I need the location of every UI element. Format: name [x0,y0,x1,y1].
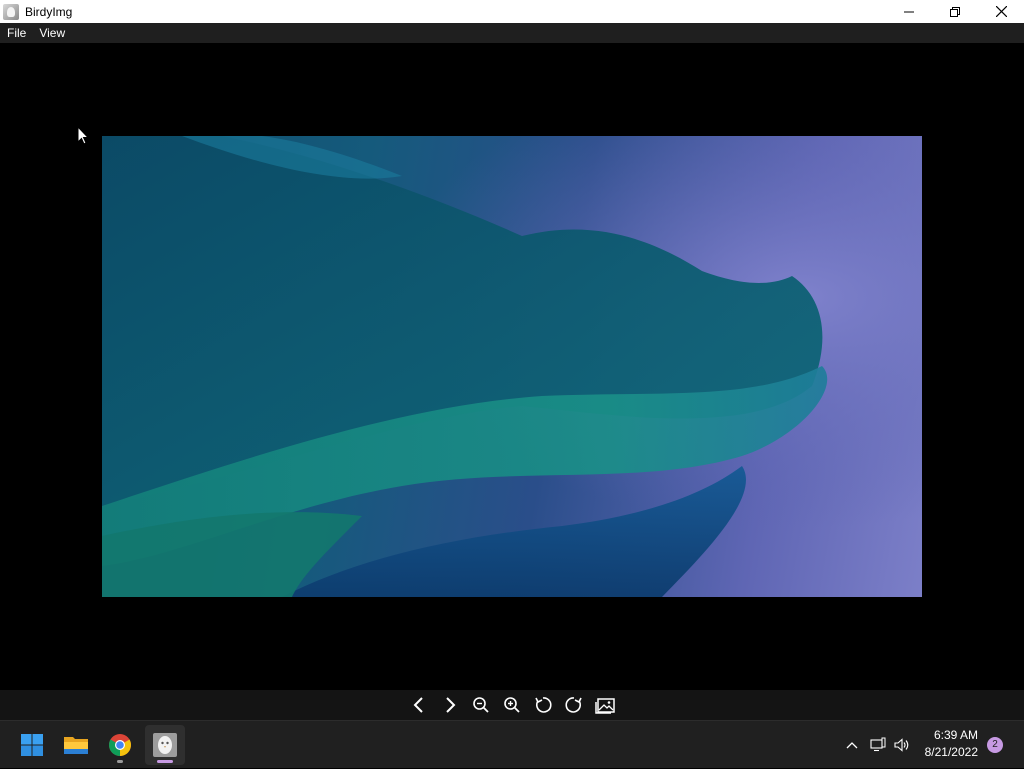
app-icon [3,3,19,20]
network-icon[interactable] [870,737,886,753]
window-title: BirdyImg [25,4,73,19]
zoom-in-icon [504,697,520,713]
start-button[interactable] [12,725,52,765]
next-icon [446,697,456,713]
gallery-button[interactable] [590,690,621,720]
file-explorer-button[interactable] [56,725,96,765]
previous-button[interactable] [404,690,435,720]
image-viewer-area[interactable] [0,43,1024,690]
chrome-icon [109,734,131,756]
active-app-indicator [157,760,173,763]
window-controls [886,0,1024,23]
restore-button[interactable] [932,0,978,23]
close-icon [995,6,1007,17]
next-button[interactable] [435,690,466,720]
title-bar[interactable]: BirdyImg [0,0,1024,23]
rotate-left-icon [535,697,552,713]
rotate-right-icon [565,697,582,713]
menu-view[interactable]: View [32,26,71,40]
menu-bar: File View [0,23,1024,43]
restore-icon [950,6,960,17]
previous-icon [413,697,423,713]
show-hidden-icons-icon[interactable] [844,737,860,753]
gallery-icon [595,698,615,714]
notification-badge[interactable]: 2 [987,737,1003,753]
chrome-button[interactable] [100,725,140,765]
taskbar-clock[interactable]: 6:39 AM 8/21/2022 [908,727,978,761]
image-toolbar [0,690,1024,720]
clock-time: 6:39 AM [933,728,978,742]
minimize-button[interactable] [886,0,932,23]
birdyimg-taskbar-button[interactable] [145,725,185,765]
minimize-icon [904,11,914,12]
birdyimg-icon [153,733,177,757]
rotate-left-button[interactable] [528,690,559,720]
zoom-out-icon [473,697,489,713]
taskbar: 6:39 AM 8/21/2022 2 [0,720,1024,768]
rotate-right-button[interactable] [559,690,590,720]
clock-date: 8/21/2022 [924,745,978,759]
displayed-image [102,136,922,597]
windows-start-icon [21,734,43,756]
zoom-in-button[interactable] [497,690,528,720]
chrome-running-indicator [117,760,123,763]
zoom-out-button[interactable] [466,690,497,720]
close-button[interactable] [978,0,1024,23]
system-tray: 6:39 AM 8/21/2022 2 [824,721,1024,769]
menu-file[interactable]: File [0,26,32,40]
file-explorer-icon [64,737,88,754]
mouse-cursor-icon [77,126,89,145]
